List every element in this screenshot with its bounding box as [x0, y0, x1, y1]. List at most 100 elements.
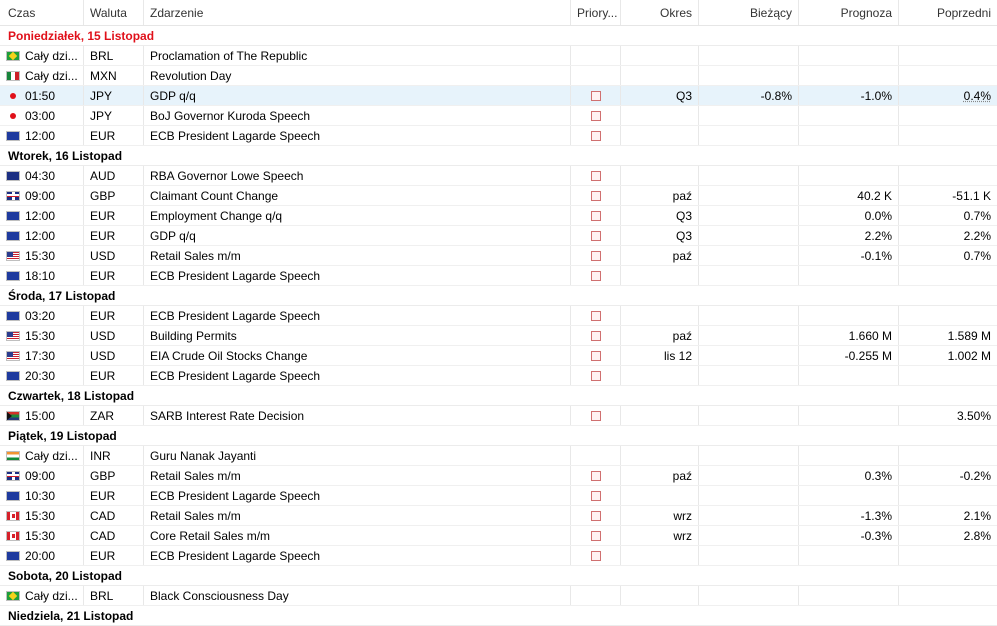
event-row[interactable]: 15:30 CAD Retail Sales m/m wrz -1.3% 2.1% [0, 506, 997, 526]
event-row[interactable]: 20:00 EUR ECB President Lagarde Speech [0, 546, 997, 566]
event-row[interactable]: 12:00 EUR ECB President Lagarde Speech [0, 126, 997, 146]
priority-marker-icon[interactable] [590, 210, 601, 221]
economic-calendar-table: Czas Waluta Zdarzenie Priory... Okres Bi… [0, 0, 997, 626]
priority-marker-icon[interactable] [590, 330, 601, 341]
column-header-event[interactable]: Zdarzenie [143, 0, 570, 25]
event-currency: CAD [83, 506, 143, 525]
event-currency: USD [83, 346, 143, 365]
event-period [620, 266, 698, 285]
event-row[interactable]: 15:30 USD Retail Sales m/m paź -0.1% 0.7% [0, 246, 997, 266]
event-priority-cell [570, 246, 620, 265]
column-header-priority[interactable]: Priory... [570, 0, 620, 25]
event-forecast: -0.3% [798, 526, 898, 545]
event-priority-cell [570, 526, 620, 545]
event-forecast: 0.0% [798, 206, 898, 225]
event-priority-cell [570, 406, 620, 425]
event-priority-cell [570, 206, 620, 225]
event-row[interactable]: 10:30 EUR ECB President Lagarde Speech [0, 486, 997, 506]
event-previous: 0.7% [898, 246, 997, 265]
event-time-cell: 15:00 [0, 406, 83, 425]
event-priority-cell [570, 446, 620, 465]
event-row[interactable]: 03:20 EUR ECB President Lagarde Speech [0, 306, 997, 326]
priority-marker-icon[interactable] [590, 170, 601, 181]
priority-marker-icon[interactable] [590, 370, 601, 381]
event-currency: ZAR [83, 406, 143, 425]
event-row[interactable]: 20:30 EUR ECB President Lagarde Speech [0, 366, 997, 386]
event-time-cell: 09:00 [0, 186, 83, 205]
event-time: Cały dzi... [25, 448, 78, 463]
event-name: Building Permits [143, 326, 570, 345]
event-row[interactable]: 03:00 JPY BoJ Governor Kuroda Speech [0, 106, 997, 126]
priority-marker-icon[interactable] [590, 190, 601, 201]
event-previous: 0.4% [898, 86, 997, 105]
event-forecast [798, 586, 898, 605]
day-header-label: Poniedziałek, 15 Listopad [8, 28, 155, 43]
column-header-period[interactable]: Okres [620, 0, 698, 25]
column-header-actual[interactable]: Bieżący [698, 0, 798, 25]
in-flag-icon [6, 450, 20, 461]
event-row[interactable]: 12:00 EUR GDP q/q Q3 2.2% 2.2% [0, 226, 997, 246]
priority-marker-icon[interactable] [590, 550, 601, 561]
event-time: 03:00 [25, 108, 56, 123]
event-row[interactable]: 18:10 EUR ECB President Lagarde Speech [0, 266, 997, 286]
event-period: paź [620, 466, 698, 485]
event-row[interactable]: Cały dzi... BRL Proclamation of The Republ… [0, 46, 997, 66]
event-actual [698, 546, 798, 565]
priority-marker-icon[interactable] [590, 130, 601, 141]
column-header-previous[interactable]: Poprzedni [898, 0, 997, 25]
priority-marker-icon[interactable] [590, 230, 601, 241]
priority-marker-icon[interactable] [590, 90, 601, 101]
event-currency: EUR [83, 226, 143, 245]
event-time: 12:00 [25, 228, 56, 243]
event-row[interactable]: 09:00 GBP Claimant Count Change paź 40.2 K -5… [0, 186, 997, 206]
event-time-cell: 12:00 [0, 226, 83, 245]
event-actual [698, 506, 798, 525]
priority-marker-icon[interactable] [590, 530, 601, 541]
event-row[interactable]: 15:30 CAD Core Retail Sales m/m wrz -0.3% 2.8… [0, 526, 997, 546]
event-currency: EUR [83, 486, 143, 505]
column-header-row: Czas Waluta Zdarzenie Priory... Okres Bi… [0, 0, 997, 26]
event-time: 09:00 [25, 468, 56, 483]
table-body: Poniedziałek, 15 Listopad Cały dzi... BRL P… [0, 26, 997, 626]
event-row[interactable]: 12:00 EUR Employment Change q/q Q3 0.0% 0.7% [0, 206, 997, 226]
event-row[interactable]: 01:50 JPY GDP q/q Q3 -0.8% -1.0% 0.4% [0, 86, 997, 106]
day-header-label: Piątek, 19 Listopad [8, 428, 117, 443]
priority-marker-icon[interactable] [590, 490, 601, 501]
br-flag-icon [6, 50, 20, 61]
eu-flag-icon [6, 210, 20, 221]
event-row[interactable]: Cały dzi... BRL Black Consciousness Day [0, 586, 997, 606]
ca-flag-icon [6, 510, 20, 521]
priority-marker-icon[interactable] [590, 270, 601, 281]
event-period [620, 446, 698, 465]
column-header-forecast[interactable]: Prognoza [798, 0, 898, 25]
event-period [620, 46, 698, 65]
priority-marker-icon[interactable] [590, 250, 601, 261]
event-forecast [798, 306, 898, 325]
event-row[interactable]: 09:00 GBP Retail Sales m/m paź 0.3% -0.2% [0, 466, 997, 486]
event-currency: EUR [83, 126, 143, 145]
priority-marker-icon[interactable] [590, 410, 601, 421]
event-priority-cell [570, 346, 620, 365]
mx-flag-icon [6, 70, 20, 81]
event-actual [698, 466, 798, 485]
priority-marker-icon[interactable] [590, 470, 601, 481]
event-row[interactable]: 15:30 USD Building Permits paź 1.660 M 1.589 … [0, 326, 997, 346]
event-priority-cell [570, 66, 620, 85]
priority-marker-icon[interactable] [590, 510, 601, 521]
event-row[interactable]: Cały dzi... INR Guru Nanak Jayanti [0, 446, 997, 466]
event-row[interactable]: Cały dzi... MXN Revolution Day [0, 66, 997, 86]
event-priority-cell [570, 186, 620, 205]
priority-marker-icon[interactable] [590, 350, 601, 361]
event-row[interactable]: 04:30 AUD RBA Governor Lowe Speech [0, 166, 997, 186]
event-time-cell: 12:00 [0, 206, 83, 225]
event-name: Revolution Day [143, 66, 570, 85]
event-row[interactable]: 17:30 USD EIA Crude Oil Stocks Change lis 1… [0, 346, 997, 366]
event-name: Employment Change q/q [143, 206, 570, 225]
eu-flag-icon [6, 130, 20, 141]
event-row[interactable]: 15:00 ZAR SARB Interest Rate Decision 3.50% [0, 406, 997, 426]
column-header-time[interactable]: Czas [0, 0, 83, 25]
event-forecast: 0.3% [798, 466, 898, 485]
priority-marker-icon[interactable] [590, 110, 601, 121]
priority-marker-icon[interactable] [590, 310, 601, 321]
column-header-currency[interactable]: Waluta [83, 0, 143, 25]
